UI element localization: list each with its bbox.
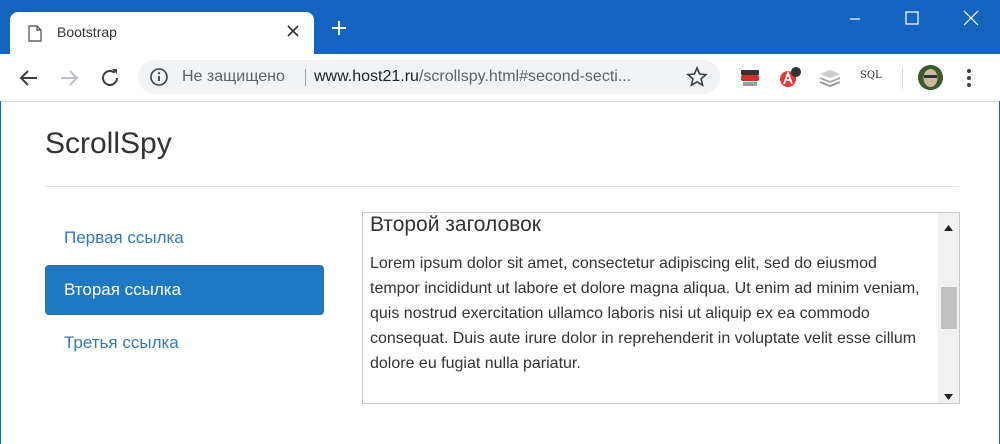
browser-titlebar: Bootstrap [0, 0, 1000, 54]
adblock-icon[interactable] [778, 66, 802, 95]
scrollbar-thumb[interactable] [941, 287, 957, 329]
url-text[interactable]: www.host21.ru/scrollspy.html#second-sect… [314, 68, 631, 86]
browser-tab[interactable]: Bootstrap [10, 12, 314, 54]
tab-title: Bootstrap [57, 24, 117, 40]
bookmark-star-icon[interactable] [686, 65, 708, 93]
new-tab-icon[interactable] [331, 20, 347, 41]
close-tab-icon[interactable] [286, 24, 300, 43]
scroll-down-arrow-icon[interactable] [944, 387, 953, 403]
scrollspy-content[interactable]: Второй заголовок Lorem ipsum dolor sit a… [362, 212, 960, 404]
page-viewport: ScrollSpy Первая ссылка Вторая ссылка Тр… [0, 101, 1000, 444]
browser-toolbar: Не защищено www.host21.ru/scrollspy.html… [0, 54, 1000, 102]
omnibox-divider [305, 69, 306, 86]
minimize-icon[interactable] [845, 8, 865, 28]
info-icon[interactable] [150, 68, 168, 91]
sql-icon[interactable]: SQL [860, 70, 882, 81]
divider [45, 186, 959, 187]
maximize-icon[interactable] [902, 8, 922, 28]
url-host: www.host21.ru [314, 68, 419, 85]
close-window-icon[interactable] [961, 8, 981, 28]
url-path: /scrollspy.html#second-secti... [418, 68, 632, 85]
address-bar[interactable]: Не защищено www.host21.ru/scrollspy.html… [138, 60, 720, 94]
scrollbar[interactable] [938, 213, 959, 403]
reload-icon[interactable] [98, 66, 122, 90]
nav-link-second-active[interactable]: Вторая ссылка [45, 265, 324, 315]
scroll-up-arrow-icon[interactable] [944, 218, 953, 236]
back-arrow-icon[interactable] [17, 66, 41, 90]
section-heading: Второй заголовок [370, 213, 541, 236]
page-title: ScrollSpy [45, 127, 172, 160]
document-icon [28, 25, 42, 47]
section-paragraph: Lorem ipsum dolor sit amet, consectetur … [370, 255, 920, 372]
toolbar-divider [902, 67, 903, 89]
nav-link-third[interactable]: Третья ссылка [45, 318, 324, 368]
avatar[interactable] [918, 65, 943, 90]
incognito-mask-icon[interactable] [738, 66, 762, 95]
menu-kebab-icon[interactable] [966, 67, 972, 94]
nav-link-first[interactable]: Первая ссылка [45, 213, 324, 263]
forward-arrow-icon[interactable] [57, 66, 81, 90]
layers-icon[interactable] [818, 66, 842, 95]
security-label: Не защищено [182, 68, 285, 85]
